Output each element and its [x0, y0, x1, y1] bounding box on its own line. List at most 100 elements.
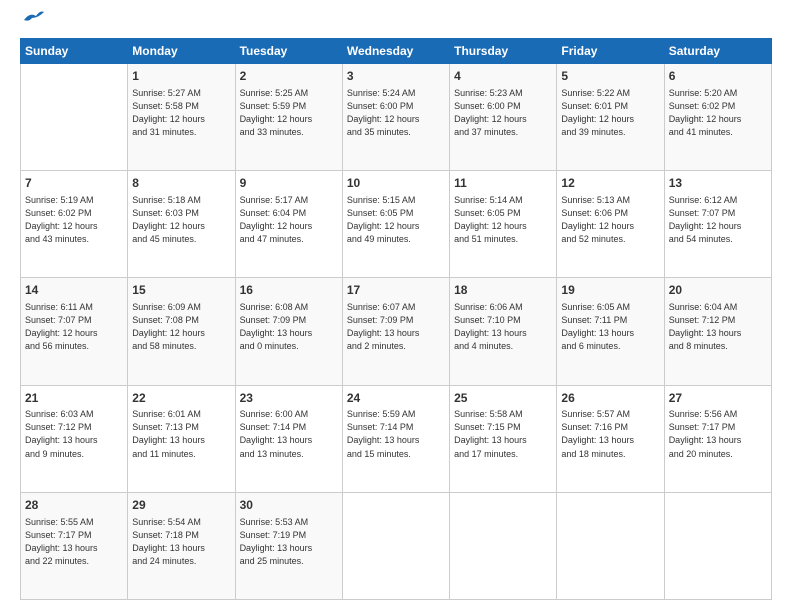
- day-info: Sunrise: 5:14 AM Sunset: 6:05 PM Dayligh…: [454, 194, 552, 246]
- day-of-week-header: Monday: [128, 39, 235, 64]
- calendar-cell: [342, 492, 449, 599]
- calendar-cell: 29 Sunrise: 5:54 AM Sunset: 7:18 PM Dayli…: [128, 492, 235, 599]
- calendar-cell: 26Sunrise: 5:57 AM Sunset: 7:16 PM Dayli…: [557, 385, 664, 492]
- day-number: 2: [240, 68, 338, 85]
- day-info: Sunrise: 5:58 AM Sunset: 7:15 PM Dayligh…: [454, 408, 552, 460]
- calendar-cell: 22Sunrise: 6:01 AM Sunset: 7:13 PM Dayli…: [128, 385, 235, 492]
- calendar-cell: 16Sunrise: 6:08 AM Sunset: 7:09 PM Dayli…: [235, 278, 342, 385]
- day-number: 6: [669, 68, 767, 85]
- day-number: 21: [25, 390, 123, 407]
- day-info: Sunrise: 5:55 AM Sunset: 7:17 PM Dayligh…: [25, 516, 123, 568]
- day-number: 27: [669, 390, 767, 407]
- calendar-week-row: 1 Sunrise: 5:27 AM Sunset: 5:58 PM Daylig…: [21, 64, 772, 171]
- calendar-cell: 2 Sunrise: 5:25 AM Sunset: 5:59 PM Daylig…: [235, 64, 342, 171]
- day-number: 18: [454, 282, 552, 299]
- calendar-cell: 17 Sunrise: 6:07 AM Sunset: 7:09 PM Dayli…: [342, 278, 449, 385]
- day-number: 17: [347, 282, 445, 299]
- calendar-cell: 6Sunrise: 5:20 AM Sunset: 6:02 PM Daylig…: [664, 64, 771, 171]
- day-number: 11: [454, 175, 552, 192]
- day-info: Sunrise: 5:17 AM Sunset: 6:04 PM Dayligh…: [240, 194, 338, 246]
- calendar-cell: 8Sunrise: 5:18 AM Sunset: 6:03 PM Daylig…: [128, 171, 235, 278]
- calendar-cell: 30 Sunrise: 5:53 AM Sunset: 7:19 PM Dayli…: [235, 492, 342, 599]
- day-number: 19: [561, 282, 659, 299]
- calendar-cell: [450, 492, 557, 599]
- calendar-cell: 9 Sunrise: 5:17 AM Sunset: 6:04 PM Daylig…: [235, 171, 342, 278]
- day-number: 9: [240, 175, 338, 192]
- day-info: Sunrise: 5:18 AM Sunset: 6:03 PM Dayligh…: [132, 194, 230, 246]
- day-info: Sunrise: 6:08 AM Sunset: 7:09 PM Dayligh…: [240, 301, 338, 353]
- day-number: 26: [561, 390, 659, 407]
- day-number: 15: [132, 282, 230, 299]
- day-of-week-header: Tuesday: [235, 39, 342, 64]
- calendar-week-row: 14 Sunrise: 6:11 AM Sunset: 7:07 PM Dayli…: [21, 278, 772, 385]
- calendar-cell: 15Sunrise: 6:09 AM Sunset: 7:08 PM Dayli…: [128, 278, 235, 385]
- calendar-cell: [21, 64, 128, 171]
- day-number: 24: [347, 390, 445, 407]
- day-info: Sunrise: 5:57 AM Sunset: 7:16 PM Dayligh…: [561, 408, 659, 460]
- calendar-cell: 7 Sunrise: 5:19 AM Sunset: 6:02 PM Daylig…: [21, 171, 128, 278]
- day-number: 14: [25, 282, 123, 299]
- day-number: 30: [240, 497, 338, 514]
- calendar-week-row: 28 Sunrise: 5:55 AM Sunset: 7:17 PM Dayli…: [21, 492, 772, 599]
- day-number: 5: [561, 68, 659, 85]
- calendar-cell: [557, 492, 664, 599]
- day-number: 7: [25, 175, 123, 192]
- calendar-cell: 25Sunrise: 5:58 AM Sunset: 7:15 PM Dayli…: [450, 385, 557, 492]
- day-info: Sunrise: 6:05 AM Sunset: 7:11 PM Dayligh…: [561, 301, 659, 353]
- calendar-cell: 1 Sunrise: 5:27 AM Sunset: 5:58 PM Daylig…: [128, 64, 235, 171]
- calendar-cell: 14 Sunrise: 6:11 AM Sunset: 7:07 PM Dayli…: [21, 278, 128, 385]
- calendar-table: SundayMondayTuesdayWednesdayThursdayFrid…: [20, 38, 772, 600]
- day-of-week-header: Wednesday: [342, 39, 449, 64]
- day-info: Sunrise: 5:53 AM Sunset: 7:19 PM Dayligh…: [240, 516, 338, 568]
- day-number: 29: [132, 497, 230, 514]
- logo: [20, 18, 44, 28]
- day-info: Sunrise: 5:19 AM Sunset: 6:02 PM Dayligh…: [25, 194, 123, 246]
- day-number: 22: [132, 390, 230, 407]
- day-info: Sunrise: 5:25 AM Sunset: 5:59 PM Dayligh…: [240, 87, 338, 139]
- day-info: Sunrise: 5:59 AM Sunset: 7:14 PM Dayligh…: [347, 408, 445, 460]
- day-info: Sunrise: 6:12 AM Sunset: 7:07 PM Dayligh…: [669, 194, 767, 246]
- day-info: Sunrise: 6:04 AM Sunset: 7:12 PM Dayligh…: [669, 301, 767, 353]
- day-info: Sunrise: 5:22 AM Sunset: 6:01 PM Dayligh…: [561, 87, 659, 139]
- calendar-week-row: 21Sunrise: 6:03 AM Sunset: 7:12 PM Dayli…: [21, 385, 772, 492]
- day-of-week-header: Saturday: [664, 39, 771, 64]
- day-number: 10: [347, 175, 445, 192]
- calendar-cell: 5 Sunrise: 5:22 AM Sunset: 6:01 PM Daylig…: [557, 64, 664, 171]
- day-info: Sunrise: 6:03 AM Sunset: 7:12 PM Dayligh…: [25, 408, 123, 460]
- day-number: 28: [25, 497, 123, 514]
- day-number: 3: [347, 68, 445, 85]
- day-info: Sunrise: 6:06 AM Sunset: 7:10 PM Dayligh…: [454, 301, 552, 353]
- calendar-body: 1 Sunrise: 5:27 AM Sunset: 5:58 PM Daylig…: [21, 64, 772, 600]
- day-number: 20: [669, 282, 767, 299]
- day-number: 25: [454, 390, 552, 407]
- calendar-cell: 20 Sunrise: 6:04 AM Sunset: 7:12 PM Dayli…: [664, 278, 771, 385]
- calendar-cell: 28 Sunrise: 5:55 AM Sunset: 7:17 PM Dayli…: [21, 492, 128, 599]
- day-number: 13: [669, 175, 767, 192]
- calendar-cell: 4Sunrise: 5:23 AM Sunset: 6:00 PM Daylig…: [450, 64, 557, 171]
- day-of-week-row: SundayMondayTuesdayWednesdayThursdayFrid…: [21, 39, 772, 64]
- calendar-cell: 21Sunrise: 6:03 AM Sunset: 7:12 PM Dayli…: [21, 385, 128, 492]
- header: [20, 18, 772, 28]
- day-of-week-header: Sunday: [21, 39, 128, 64]
- calendar-cell: 11 Sunrise: 5:14 AM Sunset: 6:05 PM Dayli…: [450, 171, 557, 278]
- day-info: Sunrise: 6:07 AM Sunset: 7:09 PM Dayligh…: [347, 301, 445, 353]
- calendar-cell: 10 Sunrise: 5:15 AM Sunset: 6:05 PM Dayli…: [342, 171, 449, 278]
- day-info: Sunrise: 5:15 AM Sunset: 6:05 PM Dayligh…: [347, 194, 445, 246]
- calendar-cell: 19 Sunrise: 6:05 AM Sunset: 7:11 PM Dayli…: [557, 278, 664, 385]
- day-info: Sunrise: 6:01 AM Sunset: 7:13 PM Dayligh…: [132, 408, 230, 460]
- day-of-week-header: Thursday: [450, 39, 557, 64]
- day-info: Sunrise: 5:56 AM Sunset: 7:17 PM Dayligh…: [669, 408, 767, 460]
- calendar-cell: 27Sunrise: 5:56 AM Sunset: 7:17 PM Dayli…: [664, 385, 771, 492]
- calendar-cell: 23Sunrise: 6:00 AM Sunset: 7:14 PM Dayli…: [235, 385, 342, 492]
- day-info: Sunrise: 5:54 AM Sunset: 7:18 PM Dayligh…: [132, 516, 230, 568]
- day-number: 1: [132, 68, 230, 85]
- calendar-cell: 24Sunrise: 5:59 AM Sunset: 7:14 PM Dayli…: [342, 385, 449, 492]
- day-info: Sunrise: 6:11 AM Sunset: 7:07 PM Dayligh…: [25, 301, 123, 353]
- day-number: 4: [454, 68, 552, 85]
- page: SundayMondayTuesdayWednesdayThursdayFrid…: [0, 0, 792, 612]
- calendar-cell: 18 Sunrise: 6:06 AM Sunset: 7:10 PM Dayli…: [450, 278, 557, 385]
- day-info: Sunrise: 5:13 AM Sunset: 6:06 PM Dayligh…: [561, 194, 659, 246]
- day-info: Sunrise: 5:24 AM Sunset: 6:00 PM Dayligh…: [347, 87, 445, 139]
- calendar-cell: 13 Sunrise: 6:12 AM Sunset: 7:07 PM Dayli…: [664, 171, 771, 278]
- day-info: Sunrise: 5:27 AM Sunset: 5:58 PM Dayligh…: [132, 87, 230, 139]
